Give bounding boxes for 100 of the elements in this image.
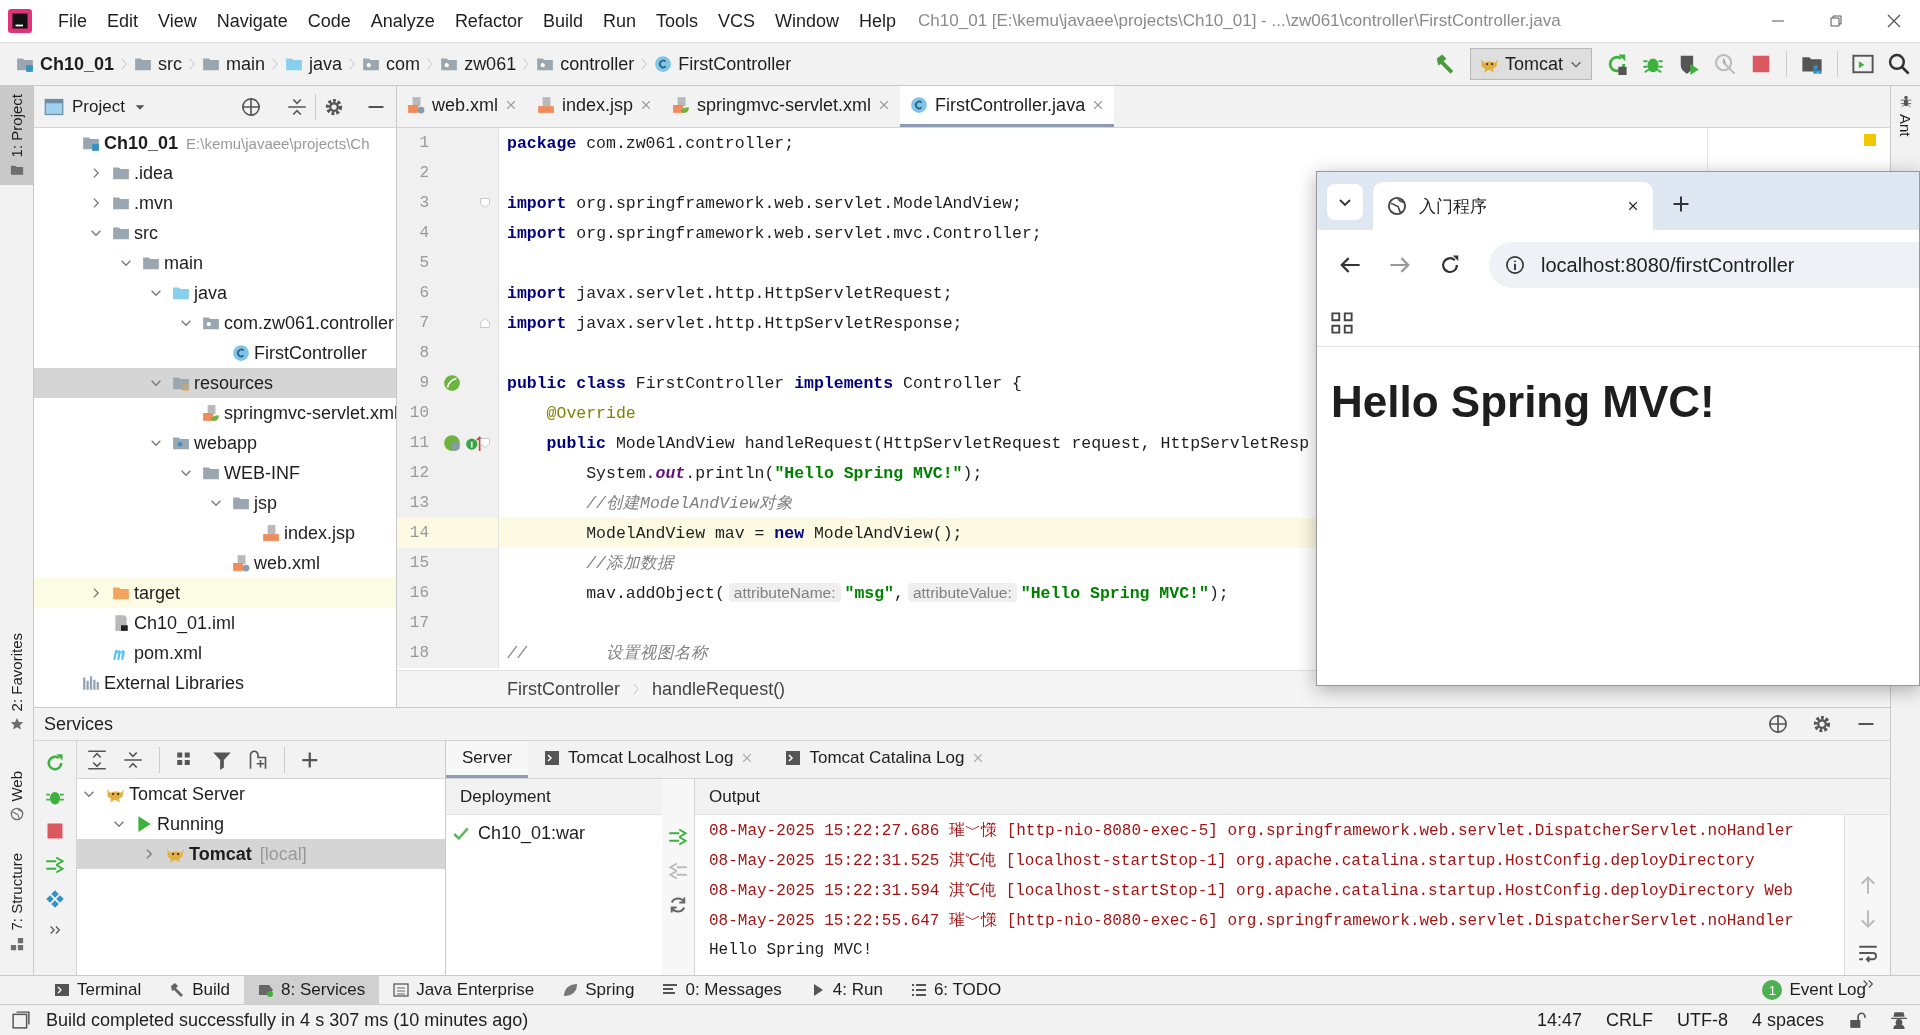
tool-window-button[interactable]: Web	[0, 762, 33, 830]
browser-tab[interactable]: 入门程序	[1373, 182, 1653, 230]
status-marker[interactable]	[1864, 134, 1876, 146]
menu-item[interactable]: Help	[849, 10, 907, 32]
tool-window-button[interactable]: 1: Project	[0, 86, 33, 186]
menu-item[interactable]: File	[48, 10, 97, 32]
settings-icon[interactable]	[1812, 714, 1832, 734]
breadcrumb[interactable]: FirstController	[507, 678, 621, 700]
more-icon[interactable]	[48, 923, 62, 937]
tool-window-button[interactable]: 6: TODO	[896, 975, 1016, 1005]
close-icon[interactable]	[1627, 200, 1639, 212]
tree-item[interactable]: .mvn	[34, 188, 396, 218]
tool-window-button[interactable]: Ant	[1891, 86, 1920, 145]
breadcrumb[interactable]: com	[358, 53, 425, 75]
tree-item[interactable]: Running	[77, 809, 445, 839]
breadcrumb[interactable]: Ch10_01	[12, 53, 119, 75]
tool-window-button[interactable]: 2: Favorites	[0, 624, 33, 739]
panel-title[interactable]: Project	[72, 96, 125, 117]
tool-window-button[interactable]: 8: Services	[244, 975, 380, 1005]
inspector-icon[interactable]	[1890, 1011, 1908, 1029]
new-group-icon[interactable]	[248, 749, 268, 770]
tree-item[interactable]: Tomcat Server	[77, 779, 445, 809]
tree-item[interactable]: target	[34, 578, 396, 608]
menu-item[interactable]: Build	[532, 10, 593, 32]
menu-item[interactable]: Edit	[97, 10, 149, 32]
event-log-button[interactable]: 1 Event Log	[1748, 975, 1880, 1005]
tree-item[interactable]: Ch10_01 E:\kemu\javaee\projects\Ch	[34, 128, 396, 158]
tree-item[interactable]: webapp	[34, 428, 396, 458]
menu-item[interactable]: VCS	[708, 10, 765, 32]
menu-item[interactable]: Refactor	[444, 10, 533, 32]
panel-tab[interactable]: Server	[446, 741, 529, 778]
tool-window-button[interactable]: Java Enterprise	[379, 975, 549, 1005]
tree-item[interactable]: WEB-INF	[34, 458, 396, 488]
breadcrumb[interactable]: handleRequest()	[652, 678, 786, 700]
stop-icon[interactable]	[45, 821, 65, 841]
apps-icon[interactable]	[1331, 312, 1353, 334]
tree-item[interactable]: Ch10_01.iml	[34, 608, 396, 638]
tab-list-button[interactable]	[1327, 184, 1363, 220]
editor-tab[interactable]: FirstController.java	[900, 86, 1115, 127]
panel-toggle-icon[interactable]	[12, 1011, 30, 1029]
menu-item[interactable]: Run	[592, 10, 646, 32]
status-item[interactable]: CRLF	[1605, 1009, 1653, 1031]
breadcrumb[interactable]: controller	[532, 53, 639, 75]
breadcrumb[interactable]: main	[198, 53, 270, 75]
coverage-icon[interactable]	[1678, 53, 1700, 75]
search-icon[interactable]	[1888, 53, 1910, 75]
breadcrumb[interactable]: zw061	[436, 53, 521, 75]
refresh-icon[interactable]	[668, 895, 688, 915]
menu-item[interactable]: Analyze	[360, 10, 445, 32]
tree-item[interactable]: springmvc-servlet.xml	[34, 398, 396, 428]
soft-wrap-icon[interactable]	[1857, 943, 1878, 963]
reload-icon[interactable]	[1439, 254, 1461, 276]
tree-item[interactable]: index.jsp	[34, 518, 396, 548]
address-field[interactable]: localhost:8080/firstController	[1489, 242, 1919, 288]
tree-item[interactable]: src	[34, 218, 396, 248]
tree-item[interactable]: External Libraries	[34, 668, 396, 698]
settings-icon[interactable]	[324, 96, 344, 117]
run-window-icon[interactable]	[1852, 53, 1874, 75]
stop-icon[interactable]	[1750, 53, 1772, 75]
tool-window-button[interactable]: Build	[155, 975, 245, 1005]
lock-icon[interactable]	[1848, 1011, 1866, 1029]
menu-item[interactable]: Code	[297, 10, 361, 32]
tool-window-button[interactable]: 4: Run	[795, 975, 897, 1005]
menu-item[interactable]: Navigate	[206, 10, 298, 32]
run-configuration-dropdown[interactable]: Tomcat	[1469, 48, 1592, 80]
editor-tab[interactable]: springmvc-servlet.xml	[662, 86, 901, 127]
fold-icon[interactable]	[479, 437, 491, 449]
tree-item[interactable]: FirstController	[34, 338, 396, 368]
restore-icon[interactable]	[1828, 13, 1844, 29]
menu-item[interactable]: Tools	[645, 10, 708, 32]
status-item[interactable]: UTF-8	[1676, 1009, 1728, 1031]
expand-all-icon[interactable]	[87, 749, 107, 770]
breadcrumb[interactable]: FirstController	[650, 53, 796, 75]
tree-item[interactable]: pom.xml	[34, 638, 396, 668]
tree-item[interactable]: .idea	[34, 158, 396, 188]
deploy-icon[interactable]	[668, 827, 688, 847]
tool-window-button[interactable]: Spring	[548, 975, 649, 1005]
locate-icon[interactable]	[241, 96, 261, 117]
tree-item[interactable]: web.xml	[34, 548, 396, 578]
deploy-icon[interactable]	[45, 855, 65, 875]
diamond-icon[interactable]	[45, 889, 65, 909]
close-icon[interactable]	[1886, 13, 1902, 29]
tool-window-button[interactable]: Terminal	[40, 975, 156, 1005]
collapse-all-icon[interactable]	[123, 749, 143, 770]
panel-tab[interactable]: Tomcat Catalina Log	[769, 741, 1001, 778]
status-item[interactable]: 14:47	[1536, 1009, 1582, 1031]
panel-tab[interactable]: Tomcat Localhost Log	[528, 741, 770, 778]
tree-item[interactable]: Tomcat [local]	[77, 839, 445, 869]
deployment-item[interactable]: Ch10_01:war	[446, 815, 662, 844]
menu-item[interactable]: Window	[765, 10, 850, 32]
tool-window-button[interactable]: 7: Structure	[0, 845, 33, 959]
tree-item[interactable]: jsp	[34, 488, 396, 518]
tree-item[interactable]: resources	[34, 368, 396, 398]
breadcrumb[interactable]: java	[281, 53, 347, 75]
tree-item[interactable]: java	[34, 278, 396, 308]
collapse-all-icon[interactable]	[287, 96, 307, 117]
breadcrumb[interactable]: src	[130, 53, 187, 75]
status-item[interactable]: 4 spaces	[1751, 1009, 1824, 1031]
menu-item[interactable]: View	[148, 10, 207, 32]
editor-tab[interactable]: index.jsp	[527, 86, 663, 127]
